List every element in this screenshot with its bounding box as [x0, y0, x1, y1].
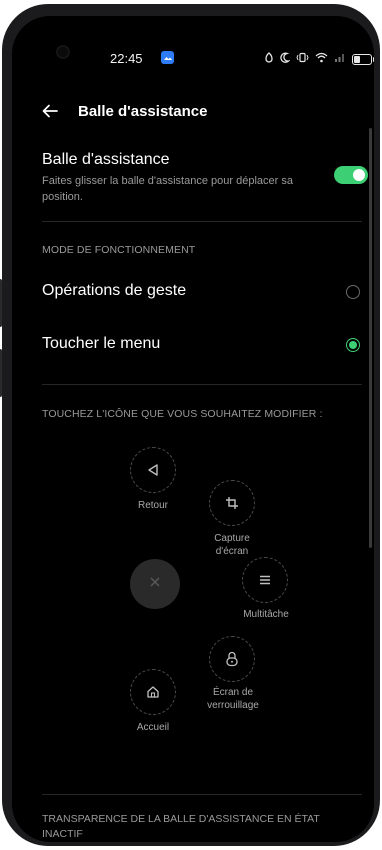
back-label: Retour — [137, 500, 168, 511]
lock-screen-label: Écran de verrouillage — [207, 687, 259, 711]
mode-section-heading: MODE DE FONCTIONNEMENT — [42, 244, 196, 256]
page-title: Balle d'assistance — [78, 103, 208, 120]
close-ball-button[interactable] — [130, 559, 180, 609]
screen: 22:45 Balle d'assistance Balle d'assista… — [12, 16, 374, 842]
assist-ball-toggle[interactable] — [334, 166, 368, 184]
icons-section-heading: TOUCHEZ L'ICÔNE QUE VOUS SOUHAITEZ MODIF… — [42, 408, 323, 420]
lock-icon — [225, 651, 239, 667]
home-button-slot[interactable] — [130, 669, 176, 715]
mode-option-label: Opérations de geste — [42, 282, 187, 299]
assist-ball-subtitle: Faites glisser la balle d'assistance pou… — [42, 175, 293, 203]
back-arrow-icon[interactable] — [40, 100, 62, 122]
moon-icon — [280, 50, 291, 68]
divider — [42, 384, 362, 385]
battery-icon — [352, 53, 374, 65]
lock-screen-button-slot[interactable] — [209, 636, 255, 682]
wifi-icon — [315, 50, 328, 68]
multitask-button-slot[interactable] — [242, 557, 288, 603]
toggle-knob — [353, 169, 365, 181]
menu-icon — [258, 573, 272, 587]
status-icons — [264, 50, 374, 68]
vibrate-icon — [296, 50, 309, 68]
multitask-label: Multitâche — [243, 609, 289, 620]
touch-menu-radio[interactable] — [346, 338, 360, 352]
home-label: Accueil — [136, 722, 170, 733]
status-time: 22:45 — [110, 51, 143, 66]
close-icon — [149, 575, 161, 593]
assist-ball-title: Balle d'assistance — [42, 151, 170, 168]
top-app-bar: Balle d'assistance — [12, 94, 374, 130]
gesture-radio[interactable] — [346, 285, 360, 299]
home-icon — [146, 685, 160, 699]
transparency-section-heading: TRANSPARENCE DE LA BALLE D'ASSISTANCE EN… — [42, 813, 320, 840]
back-icon — [145, 462, 161, 478]
divider — [42, 794, 362, 795]
scrollbar[interactable] — [369, 128, 372, 548]
front-camera — [58, 47, 68, 57]
crop-icon — [224, 495, 240, 511]
power-button — [0, 349, 2, 397]
gallery-notification-icon — [161, 51, 174, 64]
signal-icon — [334, 50, 346, 68]
mode-option-label: Toucher le menu — [42, 335, 161, 352]
screenshot-label: Capture d'écran — [214, 533, 250, 557]
divider — [42, 221, 362, 222]
alarm-icon — [264, 50, 274, 68]
back-button-slot[interactable] — [130, 447, 176, 493]
phone-frame: 22:45 Balle d'assistance Balle d'assista… — [0, 4, 380, 846]
screenshot-button-slot[interactable] — [209, 480, 255, 526]
volume-button — [0, 279, 2, 327]
